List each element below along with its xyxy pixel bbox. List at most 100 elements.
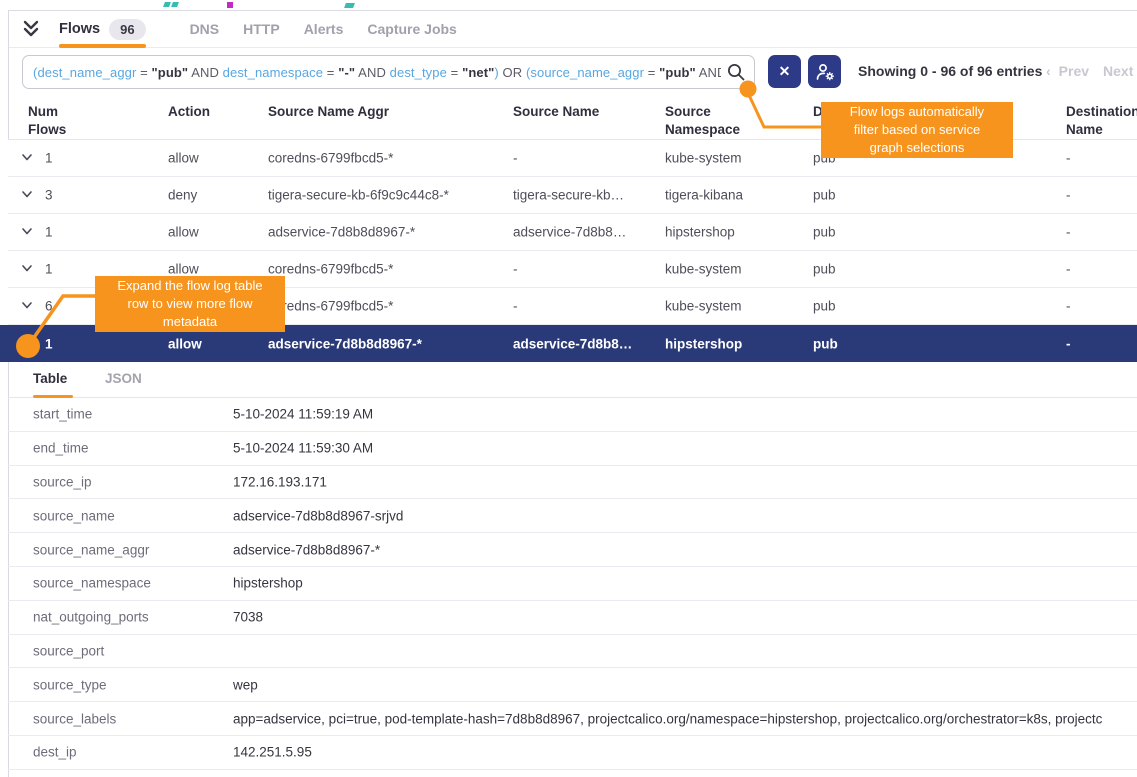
detail-value: 172.16.193.171 <box>233 474 327 489</box>
cell-destination_name: - <box>1066 225 1071 240</box>
column-header: Action <box>168 103 210 121</box>
query-token: source_name_aggr <box>530 65 644 80</box>
table-row[interactable]: 3denytigera-secure-kb-6f9c9c44c8-*tigera… <box>8 177 1137 214</box>
cell-source_name_aggr: coredns-6799fbcd5-* <box>268 151 393 166</box>
tab-alerts[interactable]: Alerts <box>304 11 344 47</box>
cell-action: allow <box>168 151 199 166</box>
column-header: Num Flows <box>28 103 66 139</box>
detail-key: source_ip <box>33 474 92 489</box>
tab-flows[interactable]: Flows96 <box>59 11 146 47</box>
cell-source_namespace: kube-system <box>665 262 742 277</box>
user-gear-icon <box>814 61 836 83</box>
detail-key: start_time <box>33 407 92 422</box>
tab-capture-jobs[interactable]: Capture Jobs <box>367 11 456 47</box>
query-token: AND <box>696 65 721 80</box>
tab-list: Flows96 DNS HTTP Alerts Capture Jobs <box>59 11 481 47</box>
flow-query-input[interactable]: (dest_name_aggr = "pub" AND dest_namespa… <box>22 55 755 89</box>
detail-value: adservice-7d8b8d8967-srjvd <box>233 508 403 523</box>
detail-key: source_port <box>33 643 104 658</box>
expand-row-icon[interactable] <box>20 336 36 352</box>
cell-dest_name_aggr: pub <box>813 225 836 240</box>
expand-row-icon[interactable] <box>20 187 36 203</box>
cell-source_name: adservice-7d8b8… <box>513 336 632 351</box>
tab-detail-table[interactable]: Table <box>33 371 67 386</box>
cell-source_name_aggr: tigera-secure-kb-6f9c9c44c8-* <box>268 188 449 203</box>
query-token: = <box>136 65 151 80</box>
log-type-tabbar: Flows96 DNS HTTP Alerts Capture Jobs <box>9 11 1137 48</box>
pagination-summary: Showing 0 - 96 of 96 entries <box>858 63 1042 79</box>
user-query-settings-button[interactable] <box>808 55 841 88</box>
query-token: "pub" <box>152 65 189 80</box>
callout-line: Flow logs automatically <box>821 103 1013 121</box>
cropped-fragment <box>227 2 233 8</box>
detail-row: end_time 5-10-2024 11:59:30 AM <box>8 432 1137 466</box>
callout-line: metadata <box>95 313 285 331</box>
table-row[interactable]: 1 allow adservice-7d8b8d8967-* adservice-7d… <box>8 214 1137 251</box>
detail-row: start_time 5-10-2024 11:59:19 AM <box>8 398 1137 432</box>
tab-label: HTTP <box>243 21 280 37</box>
query-token: "net" <box>462 65 494 80</box>
detail-value: adservice-7d8b8d8967-* <box>233 542 380 557</box>
cell-action: allow <box>168 225 199 240</box>
clear-filter-button[interactable]: ✕ <box>768 55 801 88</box>
cell-source_name: - <box>513 262 518 277</box>
flow-detail-tabs: Table JSON <box>8 362 1137 398</box>
cell-destination_name: - <box>1066 151 1071 166</box>
prev-chevron-icon[interactable]: ‹ <box>1046 63 1051 79</box>
detail-row: source_typewep <box>8 668 1137 702</box>
cell-num_flows: 1 <box>45 225 53 240</box>
cell-source_name: - <box>513 151 518 166</box>
search-icon[interactable] <box>723 60 749 84</box>
query-token: dest_name_aggr <box>37 65 136 80</box>
detail-value: 5-10-2024 11:59:19 AM <box>233 407 373 422</box>
cell-source_name: tigera-secure-kb… <box>513 188 624 203</box>
detail-key: source_name <box>33 508 115 523</box>
cell-source_name: adservice-7d8b8… <box>513 225 626 240</box>
cropped-fragment <box>344 3 355 8</box>
cell-destination_name: - <box>1066 262 1071 277</box>
query-token: OR <box>499 65 526 80</box>
detail-value: 7038 <box>233 610 263 625</box>
cell-action: allow <box>168 262 199 277</box>
expand-row-icon[interactable] <box>20 298 36 314</box>
detail-key: source_namespace <box>33 576 151 591</box>
tab-detail-json[interactable]: JSON <box>105 371 142 386</box>
detail-key: source_labels <box>33 711 116 726</box>
pagination-controls: ‹ Prev Next › <box>1046 63 1137 79</box>
tab-dns[interactable]: DNS <box>190 11 220 47</box>
callout-filter-info: Flow logs automaticallyfilter based on s… <box>821 102 1013 158</box>
query-token: = <box>323 65 338 80</box>
cropped-fragment <box>171 2 179 7</box>
query-token: "pub" <box>659 65 696 80</box>
expand-row-icon[interactable] <box>20 224 36 240</box>
detail-row: dest_ip142.251.5.95 <box>8 736 1137 770</box>
callout-line: row to view more flow <box>95 295 285 313</box>
query-token: dest_namespace <box>223 65 323 80</box>
cell-dest_name_aggr: pub <box>813 262 836 277</box>
collapse-panel-icon[interactable] <box>20 19 42 39</box>
expand-row-icon[interactable] <box>20 261 36 277</box>
tab-label: DNS <box>190 21 220 37</box>
cell-source_name_aggr: adservice-7d8b8d8967-* <box>268 225 415 240</box>
flow-detail-table: start_time 5-10-2024 11:59:19 AM end_time 5… <box>8 398 1137 770</box>
expand-row-icon[interactable] <box>20 150 36 166</box>
column-header: Source Name <box>513 103 599 121</box>
cell-num_flows: 1 <box>45 151 53 166</box>
cell-dest_name_aggr: pub <box>813 299 836 314</box>
detail-value: 5-10-2024 11:59:30 AM <box>233 441 373 456</box>
cell-source_namespace: kube-system <box>665 151 742 166</box>
close-icon: ✕ <box>779 63 791 80</box>
query-token: "-" <box>338 65 355 80</box>
cell-source_name: - <box>513 299 518 314</box>
tab-label: Capture Jobs <box>367 21 456 37</box>
next-button[interactable]: Next <box>1103 63 1133 79</box>
prev-button[interactable]: Prev <box>1059 63 1089 79</box>
cell-destination_name: - <box>1066 336 1071 351</box>
detail-key: dest_ip <box>33 745 77 760</box>
tab-http[interactable]: HTTP <box>243 11 280 47</box>
detail-row: nat_outgoing_ports7038 <box>8 601 1137 635</box>
detail-key: end_time <box>33 441 89 456</box>
flow-logs-page: Flows96 DNS HTTP Alerts Capture Jobs (dest_n… <box>0 0 1137 777</box>
callout-line: filter based on service <box>821 121 1013 139</box>
cell-action: deny <box>168 188 197 203</box>
